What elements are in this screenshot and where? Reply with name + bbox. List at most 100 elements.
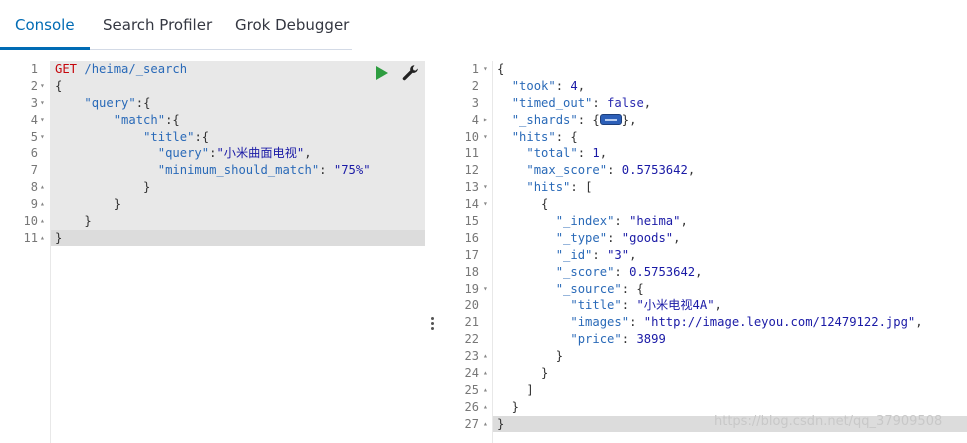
fold-toggle-icon[interactable]: ▾ [483,61,488,78]
fold-toggle-icon[interactable]: ▾ [483,196,488,213]
line-number: 5 [30,129,38,144]
fold-toggle-icon[interactable]: ▴ [40,230,45,247]
line-number: 4 [471,112,479,127]
line-number: 11 [23,230,38,245]
code-line: 14 ▾ { [441,196,967,213]
fold-toggle-icon[interactable]: ▴ [483,348,488,365]
code-token: "query" [84,95,136,110]
line-number: 10 [464,129,479,144]
code-text: "_index": "heima", [497,213,688,230]
code-token: "3" [607,247,630,262]
code-text: } [55,179,150,196]
code-token: : [319,163,334,178]
line-number: 2 [471,78,479,93]
tab-console[interactable]: Console [15,0,75,49]
code-line: 10 ▾ "hits": { [441,129,967,146]
code-line: 15 "_index": "heima", [441,213,967,230]
request-code[interactable]: 1 GET /heima/_search 2 ▾{3 ▾ "query":{4 ▾ "ma… [0,61,425,247]
code-token: 1 [592,146,600,161]
code-token: :{ [194,129,210,144]
line-number: 27 [464,416,479,431]
fold-toggle-icon[interactable]: ▾ [40,78,45,95]
fold-toggle-icon[interactable]: ▴ [40,213,45,230]
code-text: } [497,399,519,416]
code-text: "match":{ [55,112,180,129]
fold-toggle-icon[interactable]: ▾ [483,281,488,298]
code-line: 23 ▴ } [441,348,967,365]
line-number: 13 [464,180,479,195]
line-number: 12 [464,163,479,178]
line-number: 25 [464,382,479,397]
code-line: 3 ▾ "query":{ [0,95,425,112]
fold-toggle-icon[interactable]: ▴ [483,399,488,416]
pane-resize-handle[interactable] [428,315,436,335]
play-icon[interactable] [376,66,388,80]
code-token: , [599,146,608,161]
tab-search-profiler[interactable]: Search Profiler [103,0,212,49]
code-token: , [680,214,688,229]
fold-toggle-icon[interactable]: ▾ [40,129,45,146]
fold-toggle-icon[interactable]: ▾ [40,95,45,112]
line-number: 21 [464,315,479,330]
wrench-icon[interactable] [400,63,420,83]
fold-toggle-icon[interactable]: ▾ [483,129,488,146]
code-token: , [673,230,681,245]
fold-toggle-icon[interactable]: ▴ [483,382,488,399]
fold-toggle-icon[interactable]: ▴ [483,416,488,433]
tab-bar: Console Search Profiler Grok Debugger [0,0,967,50]
request-editor[interactable]: 1 GET /heima/_search 2 ▾{3 ▾ "query":{4 ▾ "ma… [0,61,425,443]
code-token: { [55,78,63,93]
code-token: "match" [113,112,166,127]
fold-toggle-icon[interactable]: ▸ [483,112,488,129]
code-token: , [687,163,696,178]
code-token: , [643,95,652,110]
code-token: "images" [570,315,630,330]
code-token: "_shards" [511,112,578,127]
code-text: "title":{ [55,129,209,146]
code-token: "title" [570,298,622,313]
code-token: "_type" [555,230,608,245]
code-line: 4 ▸ "_shards": {}, [441,112,967,129]
code-line: 10 ▴ } [0,213,425,230]
code-token: : [592,95,608,110]
fold-toggle-icon[interactable]: ▴ [483,365,488,382]
code-token: false [607,95,644,110]
line-number: 20 [464,298,479,313]
tab-grok-debugger[interactable]: Grok Debugger [235,0,349,49]
code-token: 0.5753642 [621,163,688,178]
code-token: , [629,247,637,262]
code-text: "_source": { [497,281,644,298]
code-token: , [714,298,722,313]
fold-toggle-icon[interactable]: ▴ [40,179,45,196]
fold-toggle-icon[interactable]: ▾ [483,179,488,196]
code-token: } [497,349,564,364]
code-text: } [497,348,563,365]
code-token: "total" [526,146,578,161]
code-token: ] [497,382,534,397]
code-token: :{ [165,112,180,127]
code-token: , [695,264,703,279]
code-token: : { [555,129,578,144]
code-token: } [55,180,151,195]
code-token: "timed_out" [511,95,593,110]
fold-toggle-icon[interactable]: ▾ [40,112,45,129]
code-text: "took": 4, [497,78,585,95]
code-text: } [55,230,62,247]
fold-toggle-icon[interactable]: ▴ [40,196,45,213]
code-line: 5 ▾ "title":{ [0,129,425,146]
code-token: , [304,146,312,161]
code-line: 19 ▾ "_source": { [441,281,967,298]
collapsed-object-icon[interactable] [599,113,622,125]
code-line: 13 ▾ "hits": [ [441,179,967,196]
code-line: 25 ▴ ] [441,382,967,399]
code-token: : [607,163,622,178]
